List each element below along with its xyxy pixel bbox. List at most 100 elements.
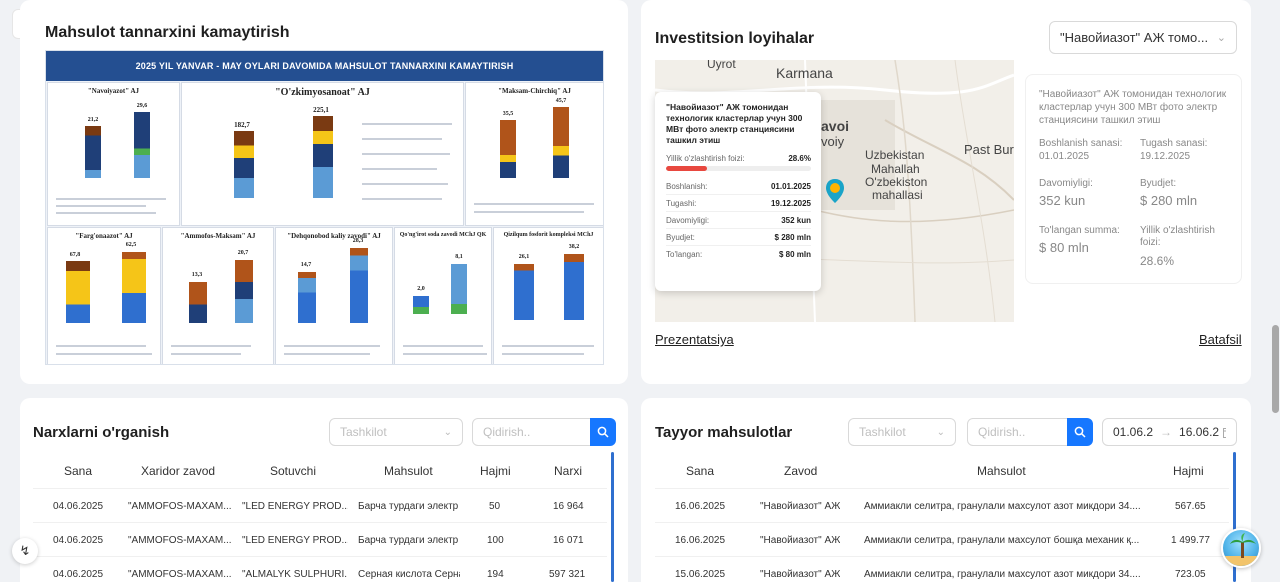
cell-volume: 567.65 [1175, 501, 1206, 512]
search-placeholder: Qidirish.. [978, 425, 1026, 439]
organization-filter[interactable]: Tashkilot ⌄ [329, 418, 463, 446]
row-value: $ 280 mln [774, 232, 811, 242]
legend-line [362, 183, 448, 185]
panel-title: Qizilqum fosforit kompleksi MChJ [503, 232, 594, 238]
cell-date: 15.06.2025 [675, 569, 726, 580]
legend-line [403, 345, 483, 347]
chevron-down-icon: ⌄ [1216, 32, 1226, 44]
panel-title: "Ammofos-Maksam" AJ [180, 232, 256, 240]
column-header[interactable]: Narxi [554, 464, 582, 478]
map-pin-icon[interactable] [825, 178, 845, 204]
bar-2024 [298, 272, 316, 323]
legend-line [502, 353, 584, 355]
cell-price: 16 964 [553, 501, 584, 512]
row-divider [33, 556, 607, 557]
progress-bar [666, 166, 811, 171]
duration-value: 352 kun [1039, 193, 1086, 208]
legend-line [171, 345, 251, 347]
cell-price: 597 321 [549, 569, 586, 580]
paid-value: $ 80 mln [1039, 240, 1089, 255]
legend-line [403, 353, 487, 355]
organization-select[interactable]: "Навойиазот" АЖ томо... ⌄ [1049, 21, 1237, 54]
bar-2024 [85, 126, 101, 178]
column-header[interactable]: Mahsulot [977, 464, 1026, 478]
organization-filter[interactable]: Tashkilot ⌄ [848, 418, 956, 446]
panel-title: "O'zkimyosanoat" AJ [275, 87, 370, 98]
map-label: Uzbekistan [865, 148, 925, 162]
filter-placeholder: Tashkilot [859, 425, 906, 439]
progress-label: Yillik o'zlashtirish foizi: [666, 154, 745, 163]
popup-row: Boshlanish: 01.01.2025 [666, 178, 811, 195]
table-scrollbar[interactable] [611, 452, 614, 582]
cell-date: 04.06.2025 [53, 569, 104, 580]
cell-volume: 50 [489, 501, 501, 512]
budget-label: Byudjet: [1140, 178, 1177, 189]
bar-2025 [122, 252, 146, 323]
cell-volume: 1 499.77 [1171, 535, 1210, 546]
cell-date: 04.06.2025 [53, 535, 104, 546]
bar-value: 28,3 [352, 238, 364, 244]
date-range-picker[interactable]: 01.06.2 → 16.06.2 [1102, 418, 1237, 446]
cell-factory: "Навойиазот" АЖ [760, 501, 841, 512]
page-scrollbar[interactable] [1272, 325, 1279, 413]
presentation-link[interactable]: Prezentatsiya [655, 332, 734, 347]
details-link[interactable]: Batafsil [1199, 332, 1242, 347]
panel-dehqonobod: "Dehqonobod kaliy zavodi" AJ 14,7 28,3 [275, 227, 393, 364]
legend-line [502, 345, 594, 347]
map-label: avoi [821, 118, 850, 134]
column-header[interactable]: Hajmi [1173, 464, 1204, 478]
palm-beach-icon [1223, 533, 1259, 566]
map-label: O'zbekiston [865, 175, 928, 189]
column-header[interactable]: Xaridor zavod [141, 464, 215, 478]
cell-buyer: "AMMOFOS-MAXAM... [128, 501, 232, 512]
bar-value: 21,2 [87, 117, 99, 123]
column-header[interactable]: Sana [64, 464, 92, 478]
bar-value: 26,1 [518, 254, 530, 260]
panel-title: "Navoiyazot" AJ [87, 87, 140, 95]
map-label: Karmana [776, 65, 833, 81]
cell-seller: "LED ENERGY PROD... [242, 535, 348, 546]
bar-value: 8,1 [455, 254, 463, 260]
bar-value: 29,6 [136, 103, 148, 109]
cell-seller: "LED ENERGY PROD... [242, 501, 348, 512]
column-header[interactable]: Sotuvchi [270, 464, 316, 478]
cell-volume: 723.05 [1175, 569, 1206, 580]
progress-value: 28.6% [788, 154, 811, 163]
paid-label: To'langan summa: [1039, 225, 1120, 236]
yearly-value: 28.6% [1140, 254, 1175, 268]
end-value: 19.12.2025 [1140, 151, 1191, 162]
lightning-icon[interactable]: ↯ [12, 538, 38, 564]
calendar-icon [1223, 427, 1226, 438]
select-value: "Навойиазот" АЖ томо... [1060, 30, 1209, 45]
cell-buyer: "AMMOFOS-MAXAM... [128, 535, 232, 546]
date-to: 16.06.2 [1179, 425, 1220, 439]
cell-date: 16.06.2025 [675, 501, 726, 512]
row-divider [655, 556, 1229, 557]
row-value: 352 kun [781, 215, 811, 225]
duration-label: Davomiyligi: [1039, 178, 1093, 189]
legend-line [362, 198, 442, 200]
search-button[interactable] [1067, 418, 1093, 446]
assistant-avatar[interactable] [1221, 528, 1261, 568]
column-header[interactable]: Mahsulot [384, 464, 433, 478]
cell-date: 16.06.2025 [675, 535, 726, 546]
panel-title: "Dehqonobod kaliy zavodi" AJ [287, 232, 381, 240]
search-input[interactable]: Qidirish.. [472, 418, 591, 446]
legend-line [362, 123, 452, 125]
start-value: 01.01.2025 [1039, 151, 1090, 162]
column-header[interactable]: Sana [686, 464, 714, 478]
cost-infographic[interactable]: 2025 YIL YANVAR - MAY OYLARI DAVOMIDA MA… [45, 50, 604, 365]
project-details: "Навойиазот" АЖ томонидан технологик кла… [1025, 74, 1242, 284]
column-header[interactable]: Zavod [784, 464, 817, 478]
details-title: "Навойиазот" АЖ томонидан технологик кла… [1039, 89, 1227, 126]
column-header[interactable]: Hajmi [480, 464, 511, 478]
search-button[interactable] [590, 418, 616, 446]
legend-line [362, 153, 450, 155]
bar-value: 13,3 [191, 272, 203, 278]
map-label: voiy [821, 134, 845, 149]
search-input[interactable]: Qidirish.. [967, 418, 1068, 446]
legend-line [171, 353, 241, 355]
bar-value: 45,7 [555, 98, 567, 104]
cell-factory: "Навойиазот" АЖ [760, 569, 841, 580]
panel-title: "Farg'onaazot" AJ [75, 232, 133, 240]
